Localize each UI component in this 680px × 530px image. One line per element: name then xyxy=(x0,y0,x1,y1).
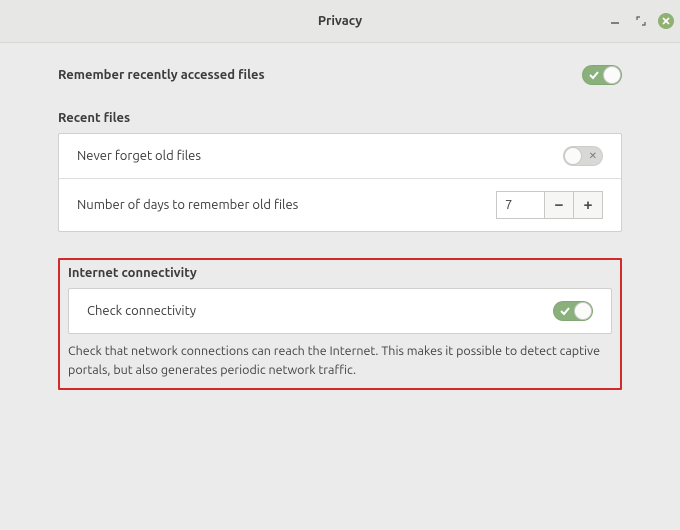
internet-description: Check that network connections can reach… xyxy=(68,342,612,380)
never-forget-label: Never forget old files xyxy=(77,149,201,163)
recent-files-section-label: Recent files xyxy=(58,111,622,125)
content-area: Remember recently accessed files Recent … xyxy=(0,43,680,390)
titlebar: Privacy xyxy=(0,0,680,43)
window-title: Privacy xyxy=(318,14,362,28)
remember-recent-label: Remember recently accessed files xyxy=(58,68,265,82)
check-connectivity-label: Check connectivity xyxy=(87,304,196,318)
days-stepper: 7 − + xyxy=(496,191,603,219)
days-value[interactable]: 7 xyxy=(496,191,545,219)
days-label: Number of days to remember old files xyxy=(77,198,298,212)
minimize-icon xyxy=(610,16,620,26)
window-close-button[interactable] xyxy=(658,13,674,29)
internet-section-highlight: Internet connectivity Check connectivity… xyxy=(58,258,622,390)
close-icon xyxy=(662,17,670,25)
never-forget-row: Never forget old files ✕ xyxy=(59,134,621,178)
window-maximize-button[interactable] xyxy=(632,12,650,30)
x-icon: ✕ xyxy=(589,151,597,161)
plus-icon: + xyxy=(584,197,593,214)
remember-recent-row: Remember recently accessed files xyxy=(58,65,622,85)
recent-files-panel: Never forget old files ✕ Number of days … xyxy=(58,133,622,232)
internet-panel: Check connectivity xyxy=(68,288,612,334)
check-icon xyxy=(589,69,599,79)
days-increment-button[interactable]: + xyxy=(573,191,603,219)
days-row: Number of days to remember old files 7 −… xyxy=(59,178,621,231)
internet-section-label: Internet connectivity xyxy=(68,266,612,280)
check-icon xyxy=(560,305,570,315)
days-decrement-button[interactable]: − xyxy=(544,191,574,219)
minus-icon: − xyxy=(555,197,564,214)
check-connectivity-row: Check connectivity xyxy=(69,289,611,333)
remember-recent-toggle[interactable] xyxy=(582,65,622,85)
window-minimize-button[interactable] xyxy=(606,12,624,30)
never-forget-toggle[interactable]: ✕ xyxy=(563,146,603,166)
check-connectivity-toggle[interactable] xyxy=(553,301,593,321)
maximize-icon xyxy=(636,16,646,26)
